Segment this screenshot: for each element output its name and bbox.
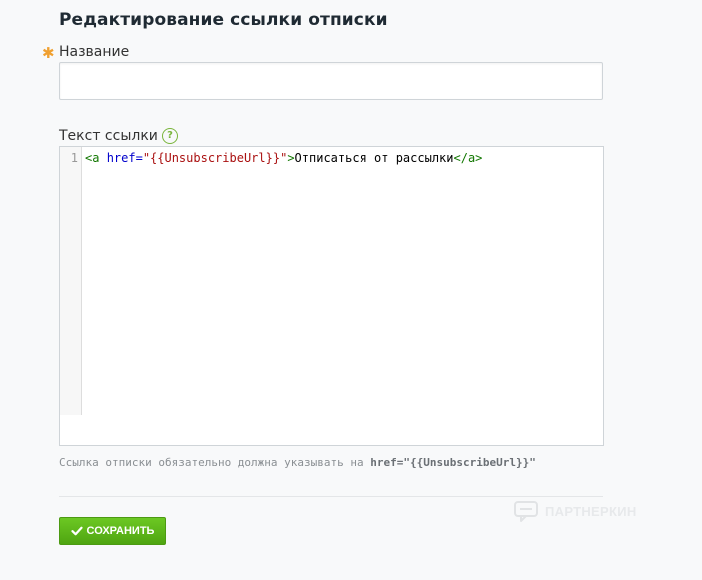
line-number: 1 <box>70 151 78 165</box>
code-line[interactable]: <a href="{{UnsubscribeUrl}}">Отписаться … <box>85 151 482 165</box>
save-button-label: СОХРАНИТЬ <box>86 525 155 537</box>
watermark-text: ПАРТНЕРКИН <box>545 503 637 519</box>
editor-gutter: 1 <box>60 147 82 415</box>
code-editor[interactable]: 1 <a href="{{UnsubscribeUrl}}">Отписатьс… <box>59 146 604 446</box>
code-link-text: Отписаться от рассылки <box>294 151 454 165</box>
divider <box>59 496 603 497</box>
code-attr-value: "{{UnsubscribeUrl}}" <box>142 151 288 165</box>
hint-message: Ссылка отписки обязательно должна указыв… <box>59 456 371 469</box>
name-label: Название <box>59 44 130 60</box>
name-input[interactable] <box>59 62 603 100</box>
hint-text: Ссылка отписки обязательно должна указыв… <box>59 456 536 469</box>
code-attr-name: href= <box>106 151 143 165</box>
code-end-tag: </a> <box>453 151 483 165</box>
watermark-logo-icon <box>514 501 538 522</box>
required-mark: ✱ <box>42 44 55 62</box>
code-tag-close: > <box>287 151 295 165</box>
hint-code: href="{{UnsubscribeUrl}}" <box>370 456 536 469</box>
help-icon[interactable]: ? <box>162 128 178 144</box>
watermark: ПАРТНЕРКИН <box>513 498 637 524</box>
check-icon <box>70 526 83 536</box>
code-tag-open: <a <box>85 151 107 165</box>
save-button[interactable]: СОХРАНИТЬ <box>59 517 166 545</box>
page-title: Редактирование ссылки отписки <box>59 10 388 30</box>
page: Редактирование ссылки отписки ✱ Название… <box>0 0 702 580</box>
link-text-label: Текст ссылки <box>59 128 158 144</box>
